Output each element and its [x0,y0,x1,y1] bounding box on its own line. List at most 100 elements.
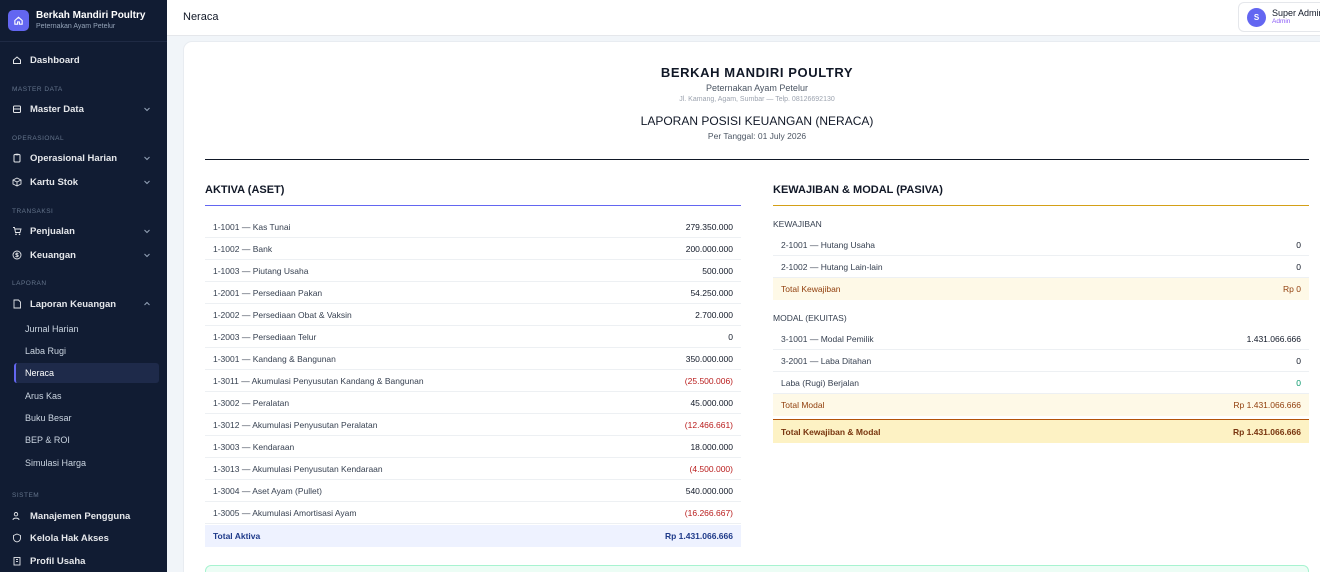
sidebar-item-penjualan[interactable]: Penjualan [0,221,167,241]
aktiva-title: AKTIVA (ASET) [205,184,285,196]
sidebar-item-kelola-hak-akses[interactable]: Kelola Hak Akses [0,528,167,548]
total-kewajiban-modal-row: Total Kewajiban & Modal Rp 1.431.066.666 [773,419,1309,443]
table-row: 1-2001 — Persediaan Pakan 54.250.000 [205,282,741,304]
company-address: Jl. Kamang, Agam, Sumbar — Telp. 0812669… [679,96,835,103]
dollar-circle-icon: $ [12,250,22,260]
table-row: 1-1002 — Bank 200.000.000 [205,238,741,260]
row-label: 2-1001 — Hutang Usaha [781,239,876,250]
sidebar-item-label: Operasional Harian [30,152,118,164]
total-kewajiban-label: Total Kewajiban [781,284,841,294]
sidebar-subitem-bep-roi[interactable]: BEP & ROI [14,430,159,450]
sidebar-subitem-neraca[interactable]: Neraca [14,363,159,383]
total-aktiva-value: Rp 1.431.066.666 [664,531,733,541]
sidebar-item-label: Penjualan [30,225,75,237]
row-label: 1-3005 — Akumulasi Amortisasi Ayam [213,507,357,518]
row-value: 500.000 [702,265,733,276]
sidebar-item-manajemen-pengguna[interactable]: Manajemen Pengguna [0,506,167,526]
row-value: (4.500.000) [689,463,733,474]
total-modal-label: Total Modal [781,400,825,410]
cart-icon [12,226,22,236]
chevron-down-icon [143,227,151,238]
table-row: 1-3001 — Kandang & Bangunan 350.000.000 [205,348,741,370]
balance-status-box [205,565,1309,572]
section-label-master: MASTER DATA [12,86,63,93]
total-kewajiban-row: Total Kewajiban Rp 0 [773,278,1309,300]
table-row: 1-1001 — Kas Tunai 279.350.000 [205,216,741,238]
home-icon [12,55,22,65]
modal-label: MODAL (EKUITAS) [773,313,847,323]
row-value: 200.000.000 [685,243,733,254]
topbar: Neraca S Super Admin Admin [167,0,1320,36]
table-row: 1-3011 — Akumulasi Penyusutan Kandang & … [205,370,741,392]
table-row: Laba (Rugi) Berjalan 0 [773,372,1309,394]
sidebar-item-label: Kelola Hak Akses [30,532,109,544]
aktiva-divider [205,205,741,206]
company-name: BERKAH MANDIRI POULTRY [660,65,854,80]
clipboard-icon [12,153,22,163]
total-aktiva-label: Total Aktiva [213,531,261,541]
table-row: 3-1001 — Modal Pemilik 1.431.066.666 [773,328,1309,350]
brand[interactable]: Berkah Mandiri Poultry Peternakan Ayam P… [0,0,167,42]
table-row: 3-2001 — Laba Ditahan 0 [773,350,1309,372]
box-icon [12,177,22,187]
report-card: BERKAH MANDIRI POULTRY Peternakan Ayam P… [184,42,1320,572]
sidebar-item-kartu-stok[interactable]: Kartu Stok [0,172,167,192]
row-label: 1-3003 — Kendaraan [213,441,295,452]
table-row: 1-1003 — Piutang Usaha 500.000 [205,260,741,282]
row-value: 0 [1296,239,1301,250]
grand-total-value: Rp 1.431.066.666 [1232,426,1301,437]
grand-total-label: Total Kewajiban & Modal [781,426,881,437]
chevron-down-icon [143,105,151,116]
total-modal-row: Total Modal Rp 1.431.066.666 [773,394,1309,416]
avatar: S [1247,7,1266,27]
table-row: 1-3012 — Akumulasi Penyusutan Peralatan (… [205,414,741,436]
sidebar-item-label: Dashboard [30,54,80,66]
table-row: 1-3013 — Akumulasi Penyusutan Kendaraan (… [205,458,741,480]
sidebar-item-keuangan[interactable]: $ Keuangan [0,245,167,265]
table-row: 1-2003 — Persediaan Telur 0 [205,326,741,348]
shield-icon [12,533,22,543]
sidebar-subitem-simulasi-harga[interactable]: Simulasi Harga [14,453,159,473]
sidebar-item-label: Manajemen Pengguna [30,510,131,522]
document-icon [12,299,22,309]
user-role: Admin [1272,18,1291,25]
sidebar-subitem-laba-rugi[interactable]: Laba Rugi [14,341,159,361]
total-modal-value: Rp 1.431.066.666 [1233,400,1301,410]
sidebar-item-profil-usaha[interactable]: Profil Usaha [0,551,167,571]
row-label: 1-1003 — Piutang Usaha [213,265,309,276]
row-label: 1-2003 — Persediaan Telur [213,331,317,342]
sidebar-subitem-jurnal-harian[interactable]: Jurnal Harian [14,319,159,339]
row-value: 2.700.000 [695,309,733,320]
sidebar-item-operasional-harian[interactable]: Operasional Harian [0,148,167,168]
table-row: 1-3002 — Peralatan 45.000.000 [205,392,741,414]
sidebar-item-laporan-keuangan[interactable]: Laporan Keuangan [0,294,167,314]
sidebar-item-master-data[interactable]: Master Data [0,99,167,119]
row-label: 1-3004 — Aset Ayam (Pullet) [213,485,322,496]
table-row: 1-3004 — Aset Ayam (Pullet) 540.000.000 [205,480,741,502]
user-menu[interactable]: S Super Admin Admin [1238,2,1320,32]
svg-text:$: $ [15,252,19,259]
row-label: 1-1001 — Kas Tunai [213,221,291,232]
total-aktiva-row: Total Aktiva Rp 1.431.066.666 [205,525,741,547]
row-label: 1-3011 — Akumulasi Penyusutan Kandang & … [213,375,424,386]
row-label: 1-3012 — Akumulasi Penyusutan Peralatan [213,419,378,430]
header-divider [205,159,1309,160]
sidebar-item-label: Keuangan [30,249,76,261]
sidebar-subitem-arus-kas[interactable]: Arus Kas [14,386,159,406]
user-name: Super Admin [1272,8,1320,18]
row-label: 3-1001 — Modal Pemilik [781,333,874,344]
table-row: 1-3005 — Akumulasi Amortisasi Ayam (16.26… [205,502,741,524]
row-value: 45.000.000 [690,397,733,408]
chevron-up-icon [143,300,151,311]
row-value: (12.466.661) [684,419,733,430]
chevron-down-icon [143,154,151,165]
row-label: 2-1002 — Hutang Lain-lain [781,261,883,272]
sidebar-item-label: Master Data [30,103,84,115]
row-label: 1-3001 — Kandang & Bangunan [213,353,336,364]
row-value: (16.266.667) [684,507,733,518]
sidebar-item-dashboard[interactable]: Dashboard [0,50,167,70]
table-row: 2-1001 — Hutang Usaha 0 [773,234,1309,256]
section-label-laporan: LAPORAN [12,280,47,287]
pasiva-title: KEWAJIBAN & MODAL (PASIVA) [773,184,943,196]
sidebar-subitem-buku-besar[interactable]: Buku Besar [14,408,159,428]
